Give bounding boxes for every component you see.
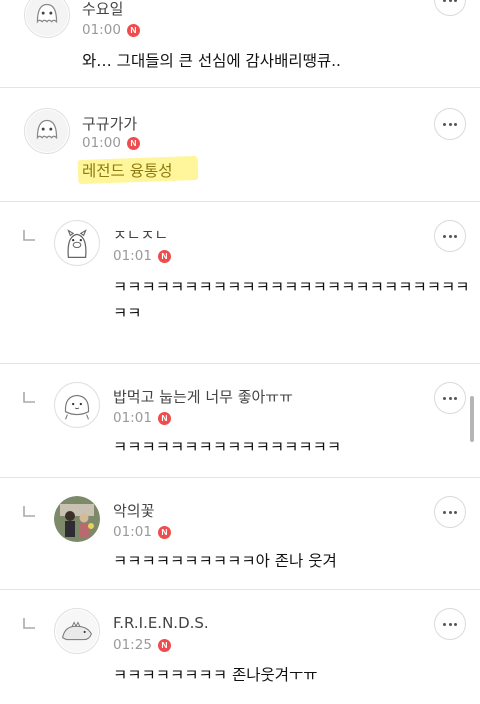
comment-author[interactable]: 구규가가 xyxy=(82,113,137,134)
new-badge-icon: N xyxy=(126,23,140,37)
comment-text: ㅋㅋㅋㅋㅋㅋㅋㅋㅋㅋ아 존나 웃겨 xyxy=(113,552,337,570)
avatar[interactable] xyxy=(24,108,70,154)
ghost-face-icon xyxy=(25,0,69,37)
comment-author[interactable]: ㅈㄴㅈㄴ xyxy=(113,224,168,245)
comment-text: 와… 그대들의 큰 선심에 감사배리땡큐.. xyxy=(82,52,341,70)
comment-meta: 01:01 N xyxy=(113,410,171,426)
comment-time: 01:01 xyxy=(113,410,152,426)
comment-time: 01:00 xyxy=(82,135,121,151)
comment-author[interactable]: F.R.I.E.N.D.S. xyxy=(113,614,209,632)
avatar[interactable] xyxy=(54,382,100,428)
blob-character-icon xyxy=(55,383,99,427)
comment-item: F.R.I.E.N.D.S. 01:25 N ㅋㅋㅋㅋㅋㅋㅋㅋ 존나웃겨ㅜㅠ xyxy=(0,590,480,704)
reply-arrow-icon xyxy=(23,230,35,241)
comment-meta: 01:01 N xyxy=(113,248,171,264)
comment-author[interactable]: 수요일 xyxy=(82,0,123,19)
new-badge-icon: N xyxy=(157,525,171,539)
comment-text: 레전드 융통성 xyxy=(82,162,173,180)
comment-meta: 01:01 N xyxy=(113,524,171,540)
comment-time: 01:01 xyxy=(113,248,152,264)
avatar[interactable] xyxy=(54,496,100,542)
comment-meta: 01:00 N xyxy=(82,22,140,38)
pig-character-icon xyxy=(55,221,99,265)
more-dots-icon[interactable] xyxy=(434,608,466,640)
comment-item: ㅈㄴㅈㄴ 01:01 N ㅋㅋㅋㅋㅋㅋㅋㅋㅋㅋㅋㅋㅋㅋㅋㅋㅋㅋㅋㅋㅋㅋㅋㅋㅋㅋㅋ xyxy=(0,202,480,364)
scrollbar[interactable] xyxy=(470,396,474,442)
avatar[interactable] xyxy=(54,608,100,654)
comment-author[interactable]: 악의꽃 xyxy=(113,500,154,521)
reply-arrow-icon xyxy=(23,618,35,629)
comment-item: 수요일 01:00 N 와… 그대들의 큰 선심에 감사배리땡큐.. xyxy=(0,0,480,88)
avatar[interactable] xyxy=(54,220,100,266)
more-dots-icon[interactable] xyxy=(434,382,466,414)
new-badge-icon: N xyxy=(126,136,140,150)
comment-time: 01:25 xyxy=(113,637,152,653)
comment-item: 구규가가 01:00 N 레전드 융통성 xyxy=(0,88,480,202)
new-badge-icon: N xyxy=(157,638,171,652)
dinosaur-character-icon xyxy=(55,609,99,653)
comment-text: ㅋㅋㅋㅋㅋㅋㅋㅋㅋㅋㅋㅋㅋㅋㅋㅋㅋㅋㅋㅋㅋㅋㅋㅋㅋㅋㅋ xyxy=(113,278,470,322)
new-badge-icon: N xyxy=(157,411,171,425)
comment-time: 01:01 xyxy=(113,524,152,540)
comment-item: 밥먹고 눕는게 너무 좋아ㅠㅠ 01:01 N ㅋㅋㅋㅋㅋㅋㅋㅋㅋㅋㅋㅋㅋㅋㅋㅋ xyxy=(0,364,480,478)
avatar[interactable] xyxy=(24,0,70,38)
comment-meta: 01:00 N xyxy=(82,135,140,151)
comment-text: ㅋㅋㅋㅋㅋㅋㅋㅋ 존나웃겨ㅜㅠ xyxy=(113,666,318,684)
ghost-face-icon xyxy=(25,109,69,153)
more-dots-icon[interactable] xyxy=(434,496,466,528)
comment-text: ㅋㅋㅋㅋㅋㅋㅋㅋㅋㅋㅋㅋㅋㅋㅋㅋ xyxy=(113,438,342,456)
photo-avatar-icon xyxy=(54,496,100,542)
comment-time: 01:00 xyxy=(82,22,121,38)
more-dots-icon[interactable] xyxy=(434,0,466,16)
reply-arrow-icon xyxy=(23,392,35,403)
comment-author[interactable]: 밥먹고 눕는게 너무 좋아ㅠㅠ xyxy=(113,386,293,407)
more-dots-icon[interactable] xyxy=(434,108,466,140)
new-badge-icon: N xyxy=(157,249,171,263)
comment-meta: 01:25 N xyxy=(113,637,171,653)
reply-arrow-icon xyxy=(23,506,35,517)
comment-item: 악의꽃 01:01 N ㅋㅋㅋㅋㅋㅋㅋㅋㅋㅋ아 존나 웃겨 xyxy=(0,478,480,590)
more-dots-icon[interactable] xyxy=(434,220,466,252)
